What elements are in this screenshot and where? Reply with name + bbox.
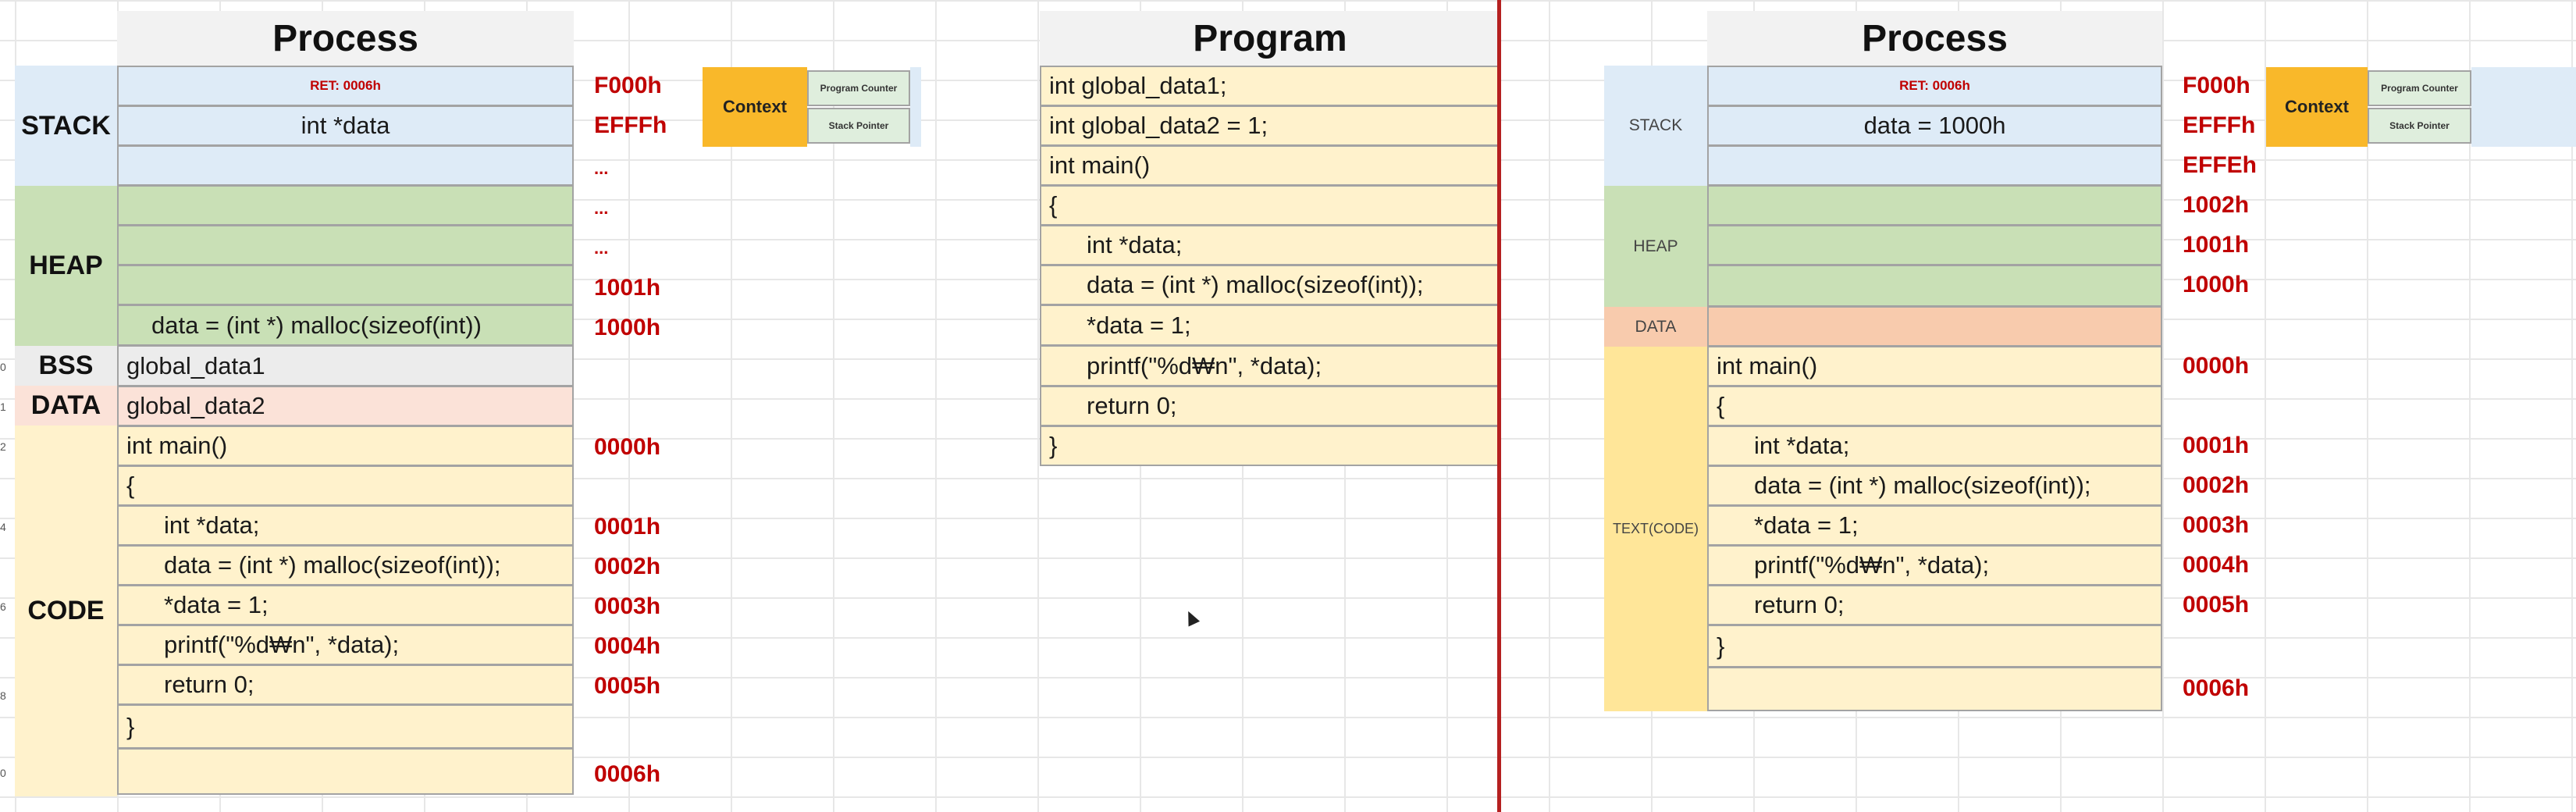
right-heap-cell: [1707, 185, 2162, 226]
left-data-cell: global_data2: [117, 386, 574, 426]
right-data-label: DATA: [1604, 307, 1707, 347]
right-stack-empty: [1707, 145, 2162, 186]
left-code-line: data = (int *) malloc(sizeof(int));: [117, 545, 574, 586]
left-address: ...: [594, 198, 609, 218]
right-heap-cell: [1707, 225, 2162, 265]
right-stack-data: data = 1000h: [1707, 105, 2162, 146]
left-code-line: }: [117, 704, 574, 749]
program-line: int global_data2 = 1;: [1040, 105, 1500, 146]
left-address: ...: [594, 238, 609, 258]
left-data-label: DATA: [15, 386, 117, 426]
right-address: 1000h: [2183, 272, 2250, 297]
row-number: 4: [0, 521, 6, 533]
program-line: printf("%d₩n", *data);: [1040, 345, 1500, 386]
row-number: 0: [0, 361, 6, 373]
left-code-line: int main(): [117, 426, 574, 466]
row-number: 2: [0, 440, 6, 453]
right-address: 1001h: [2183, 232, 2250, 258]
right-heap-cell: [1707, 265, 2162, 307]
right-address: 0002h: [2183, 472, 2250, 498]
left-process-title: Process: [117, 11, 574, 66]
program-line: data = (int *) malloc(sizeof(int));: [1040, 265, 1500, 305]
right-address: F000h: [2183, 73, 2250, 98]
left-address: ...: [594, 158, 609, 178]
left-address: 0006h: [594, 761, 661, 787]
section-divider: [1497, 0, 1501, 812]
right-address: EFFFh: [2183, 112, 2256, 138]
right-address: 0003h: [2183, 512, 2250, 538]
right-code-line: }: [1707, 625, 2162, 668]
right-address: 0000h: [2183, 353, 2250, 379]
right-stack-ret: RET: 0006h: [1707, 66, 2162, 106]
right-code-line: {: [1707, 386, 2162, 426]
left-code-line: int *data;: [117, 505, 574, 546]
left-heap-malloc: data = (int *) malloc(sizeof(int)): [117, 304, 574, 346]
left-stack-ret: RET: 0006h: [117, 66, 574, 106]
left-address: 0003h: [594, 593, 661, 619]
program-line: return 0;: [1040, 386, 1500, 426]
right-stack-pointer: Stack Pointer: [2368, 108, 2471, 144]
left-stack-data: int *data: [117, 105, 574, 146]
right-address: 0005h: [2183, 592, 2250, 618]
right-data-cell: [1707, 306, 2162, 347]
left-code-line: printf("%d₩n", *data);: [117, 625, 574, 665]
left-address: 0005h: [594, 673, 661, 699]
left-address: 0001h: [594, 514, 661, 540]
left-code-line: {: [117, 465, 574, 506]
left-heap-cell: [117, 185, 574, 226]
right-code-line: printf("%d₩n", *data);: [1707, 545, 2162, 586]
left-bss-cell: global_data1: [117, 345, 574, 386]
left-address: 0000h: [594, 434, 661, 460]
left-code-line: *data = 1;: [117, 585, 574, 625]
right-context-label: Context: [2266, 67, 2368, 147]
left-heap-label: HEAP: [15, 186, 117, 346]
left-address: 1000h: [594, 315, 661, 340]
left-heap-cell: [117, 265, 574, 305]
left-address: EFFFh: [594, 112, 667, 138]
right-address: EFFEh: [2183, 152, 2257, 178]
right-code-line: int main(): [1707, 346, 2162, 386]
program-line: int main(): [1040, 145, 1500, 186]
left-bss-label: BSS: [15, 346, 117, 386]
program-line: {: [1040, 185, 1500, 226]
right-heap-label: HEAP: [1604, 186, 1707, 307]
row-number: 1: [0, 401, 6, 413]
left-address: 0004h: [594, 633, 661, 659]
program-line: int global_data1;: [1040, 66, 1500, 106]
right-code-label: TEXT(CODE): [1604, 347, 1707, 711]
left-code-line: return 0;: [117, 664, 574, 705]
right-address: 0006h: [2183, 675, 2250, 701]
right-stack-label: STACK: [1604, 66, 1707, 186]
left-address: 1001h: [594, 275, 661, 301]
left-heap-cell: [117, 225, 574, 265]
left-code-empty: [117, 748, 574, 795]
left-stack-pointer: Stack Pointer: [807, 108, 910, 144]
program-line: *data = 1;: [1040, 304, 1500, 346]
right-context-tail: [2471, 67, 2576, 147]
right-address: 0001h: [2183, 433, 2250, 458]
program-title: Program: [1040, 11, 1500, 66]
right-code-empty: [1707, 667, 2162, 711]
left-address: F000h: [594, 73, 662, 98]
left-context-label: Context: [703, 67, 807, 147]
right-code-line: int *data;: [1707, 426, 2162, 466]
row-number: 6: [0, 600, 6, 613]
left-code-label: CODE: [15, 426, 117, 796]
program-line: int *data;: [1040, 225, 1500, 265]
right-program-counter: Program Counter: [2368, 70, 2471, 106]
left-address: 0002h: [594, 554, 661, 579]
right-process-title: Process: [1707, 11, 2162, 66]
row-number: 8: [0, 689, 6, 702]
row-number: 0: [0, 767, 6, 779]
left-program-counter: Program Counter: [807, 70, 910, 106]
right-code-line: return 0;: [1707, 585, 2162, 625]
right-code-line: *data = 1;: [1707, 505, 2162, 546]
left-stack-label: STACK: [15, 66, 117, 186]
right-address: 0004h: [2183, 552, 2250, 578]
right-address: 1002h: [2183, 192, 2250, 218]
left-stack-empty: [117, 145, 574, 186]
left-context-tail: [910, 67, 921, 147]
right-code-line: data = (int *) malloc(sizeof(int));: [1707, 465, 2162, 506]
program-line: }: [1040, 426, 1500, 466]
